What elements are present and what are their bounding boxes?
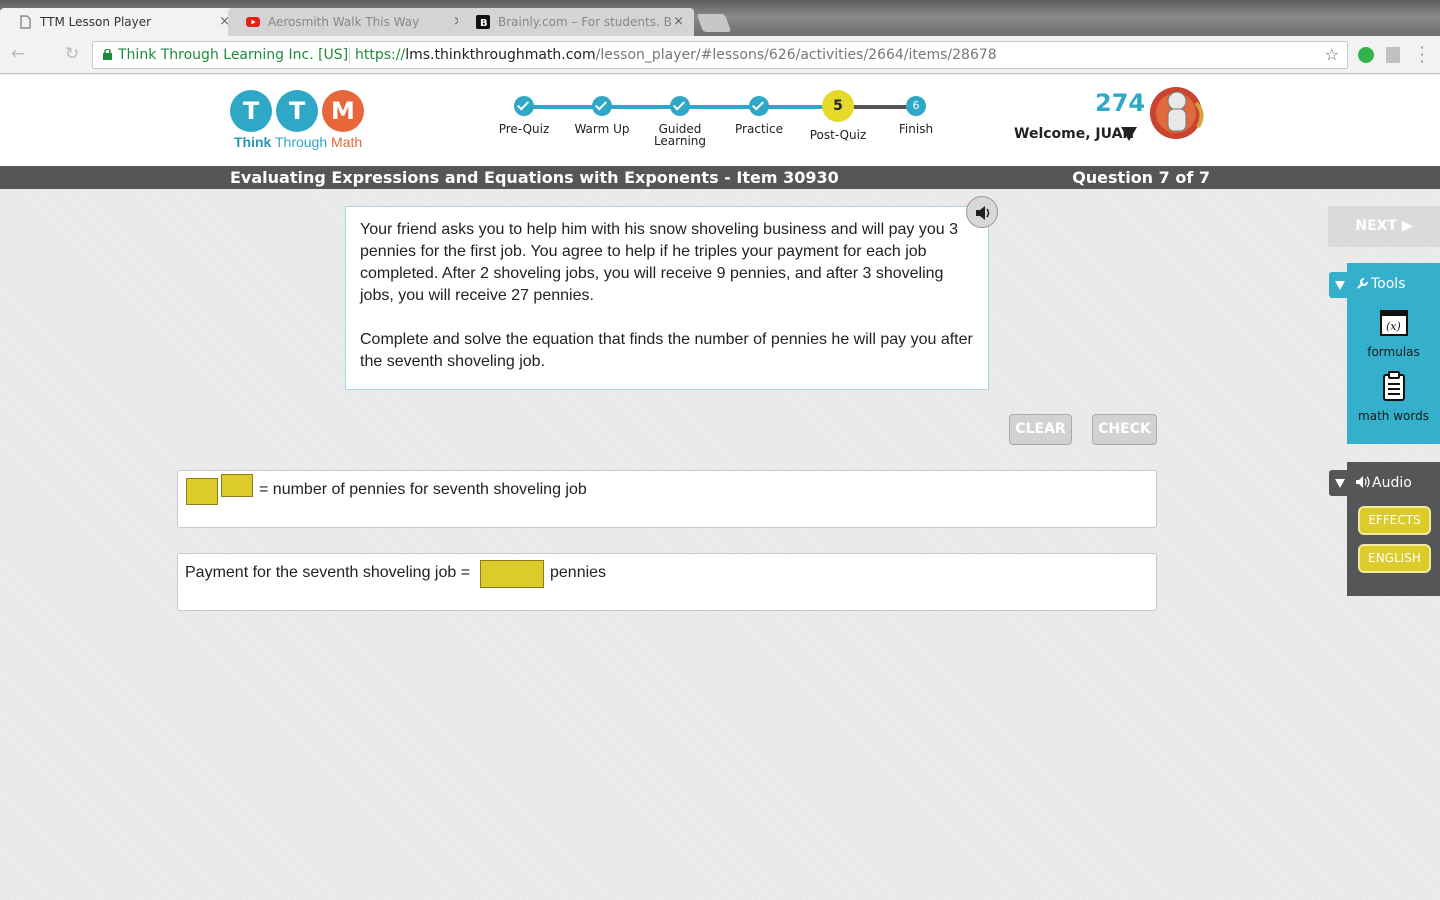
logo-letter: T	[230, 90, 272, 132]
tab-title: Brainly.com – For students. B	[498, 15, 672, 29]
site-identity: Think Through Learning Inc. [US]	[118, 47, 349, 63]
wrench-icon	[1357, 278, 1368, 289]
url-text: https://lms.thinkthroughmath.com/lesson_…	[355, 42, 997, 68]
divider	[349, 47, 350, 63]
step-label: Warm Up	[574, 122, 630, 136]
audio-title: Audio	[1372, 475, 1412, 491]
address-bar[interactable]: Think Through Learning Inc. [US] https:/…	[92, 41, 1348, 69]
check-icon	[516, 98, 530, 111]
formulas-tool[interactable]: (x) formulas	[1347, 307, 1440, 363]
tab-title: TTM Lesson Player	[40, 15, 152, 29]
tool-label: formulas	[1367, 345, 1420, 359]
step-label: Learning	[653, 134, 707, 148]
close-tab-icon[interactable]: ×	[673, 8, 684, 36]
audio-toggle[interactable]	[1329, 470, 1349, 496]
solution-row: Payment for the seventh shoveling job = …	[177, 553, 1157, 611]
question-paragraph: Your friend asks you to help him with hi…	[360, 221, 958, 304]
collapse-icon	[1335, 479, 1345, 488]
next-button[interactable]: NEXT ▶	[1328, 206, 1440, 247]
step-warm-up[interactable]	[592, 96, 612, 116]
tools-panel: Tools (x) formulas math words	[1347, 263, 1440, 444]
bookmark-star-icon[interactable]: ☆	[1325, 42, 1339, 68]
browser-menu-icon[interactable]: · · ·	[1418, 40, 1426, 70]
logo-word: Math	[331, 134, 363, 150]
url-path: /lesson_player/#lessons/626/activities/2…	[595, 47, 997, 63]
answer-input[interactable]	[480, 560, 544, 588]
equation-row: = number of pennies for seventh shovelin…	[177, 470, 1157, 528]
app-header: T T M Think Through Math 5 6 Pre-Quiz Wa…	[0, 75, 1440, 166]
browser-tab-bar: TTM Lesson Player × Aerosmith Walk This …	[0, 0, 1440, 36]
welcome-user[interactable]: Welcome, JUAN	[1014, 126, 1134, 142]
check-icon	[751, 98, 765, 111]
speaker-icon	[1356, 476, 1370, 488]
tab-aerosmith[interactable]: Aerosmith Walk This Way ×	[228, 8, 474, 36]
exponent-input[interactable]	[221, 474, 253, 497]
step-guided-learning[interactable]	[670, 96, 690, 116]
question-counter: Question 7 of 7	[1072, 168, 1210, 187]
document-icon	[20, 15, 31, 29]
equation-text: = number of pennies for seventh shovelin…	[259, 481, 587, 498]
extension-icon[interactable]	[1386, 47, 1400, 63]
math-words-tool[interactable]: math words	[1347, 371, 1440, 427]
svg-text:(x): (x)	[1386, 320, 1401, 333]
browser-toolbar: ← ↻ Think Through Learning Inc. [US] htt…	[0, 36, 1440, 74]
lesson-title: Evaluating Expressions and Equations wit…	[230, 168, 839, 187]
tool-label: math words	[1358, 409, 1429, 423]
lesson-title-bar: Evaluating Expressions and Equations wit…	[0, 166, 1440, 189]
effects-button[interactable]: EFFECTS	[1358, 506, 1431, 535]
step-pre-quiz[interactable]	[514, 96, 534, 116]
collapse-icon	[1335, 281, 1345, 290]
logo-word: Through	[274, 134, 328, 150]
tab-ttm-lesson-player[interactable]: TTM Lesson Player ×	[0, 8, 240, 36]
logo-letter: M	[322, 90, 364, 132]
step-label: Pre-Quiz	[498, 122, 550, 136]
svg-text:B: B	[480, 18, 488, 29]
step-finish[interactable]: 6	[906, 96, 926, 116]
clear-button[interactable]: CLEAR	[1009, 414, 1072, 445]
avatar[interactable]	[1146, 83, 1210, 145]
check-icon	[672, 98, 686, 111]
logo-wordmark: Think Through Math	[234, 134, 362, 150]
read-aloud-button[interactable]	[966, 196, 998, 228]
step-practice[interactable]	[749, 96, 769, 116]
logo-word: Think	[234, 134, 272, 150]
tab-title: Aerosmith Walk This Way	[268, 15, 420, 29]
check-icon	[594, 98, 608, 111]
url-protocol: https://	[355, 47, 406, 63]
lock-icon	[103, 49, 112, 60]
english-button[interactable]: ENGLISH	[1358, 544, 1431, 573]
question-paragraph: Complete and solve the equation that fin…	[360, 331, 973, 370]
brainly-icon: B	[476, 15, 490, 29]
lesson-content: Your friend asks you to help him with hi…	[0, 189, 1440, 900]
base-input[interactable]	[186, 478, 218, 505]
step-label: Post-Quiz	[809, 128, 867, 142]
step-label: Finish	[898, 122, 934, 136]
step-label: Practice	[735, 122, 783, 136]
youtube-icon	[246, 17, 260, 27]
tools-toggle[interactable]	[1329, 272, 1349, 298]
tab-brainly[interactable]: B Brainly.com – For students. B ×	[458, 8, 694, 36]
logo-letter: T	[276, 90, 318, 132]
caret-down-icon[interactable]	[1121, 127, 1137, 141]
back-icon[interactable]: ←	[8, 44, 28, 64]
new-tab-button[interactable]	[696, 14, 732, 32]
reload-icon[interactable]: ↻	[62, 44, 82, 64]
check-button[interactable]: CHECK	[1092, 414, 1157, 445]
solution-prefix: Payment for the seventh shoveling job =	[185, 564, 471, 581]
tools-title: Tools	[1371, 276, 1406, 292]
extension-icon[interactable]	[1358, 47, 1374, 63]
step-post-quiz[interactable]: 5	[822, 90, 854, 122]
question-prompt: Your friend asks you to help him with hi…	[345, 206, 989, 390]
clipboard-icon	[1383, 371, 1405, 401]
url-host: lms.thinkthroughmath.com	[405, 47, 596, 63]
solution-suffix: pennies	[550, 564, 607, 581]
speaker-icon	[976, 206, 990, 220]
points-counter: 274	[1095, 89, 1146, 117]
formula-icon: (x)	[1380, 310, 1408, 336]
